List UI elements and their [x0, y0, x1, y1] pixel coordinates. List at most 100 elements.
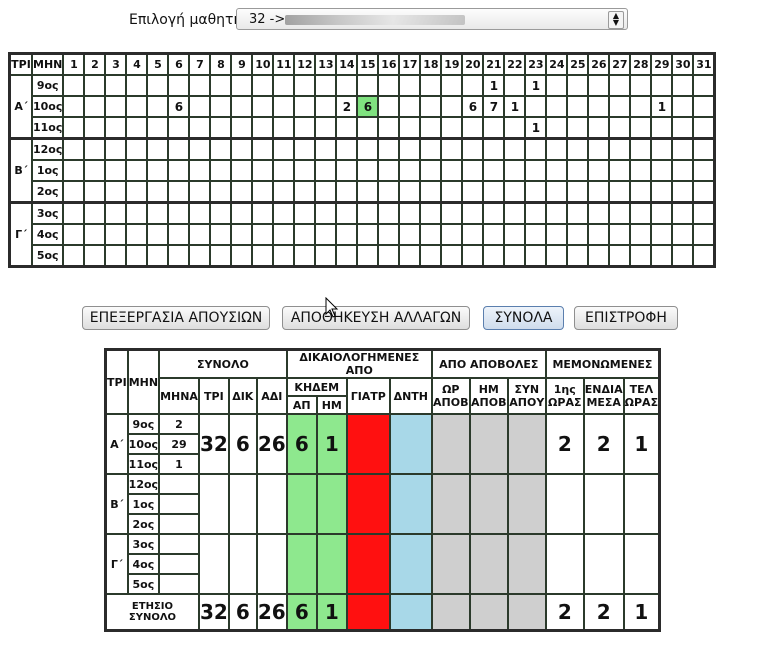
- day-cell[interactable]: [377, 95, 401, 118]
- day-cell[interactable]: [209, 116, 233, 140]
- day-cell[interactable]: [83, 116, 107, 140]
- day-cell[interactable]: [230, 74, 254, 97]
- day-cell[interactable]: [62, 116, 86, 140]
- day-cell[interactable]: [608, 180, 632, 204]
- back-button[interactable]: ΕΠΙΣΤΡΟΦΗ: [574, 306, 678, 330]
- day-cell[interactable]: [545, 180, 569, 204]
- day-cell[interactable]: [650, 116, 674, 140]
- day-cell[interactable]: [188, 95, 212, 118]
- day-cell[interactable]: [461, 74, 485, 97]
- day-cell[interactable]: [335, 201, 359, 225]
- day-cell[interactable]: [83, 74, 107, 97]
- day-cell[interactable]: [272, 137, 296, 161]
- day-cell[interactable]: [692, 223, 716, 246]
- day-cell[interactable]: [650, 244, 674, 268]
- day-cell[interactable]: [482, 223, 506, 246]
- day-cell[interactable]: [482, 137, 506, 161]
- day-cell[interactable]: [146, 201, 170, 225]
- day-cell[interactable]: [377, 116, 401, 140]
- day-cell[interactable]: 6: [167, 95, 191, 118]
- day-cell[interactable]: [62, 95, 86, 118]
- day-cell[interactable]: [419, 201, 443, 225]
- day-cell[interactable]: 2: [335, 95, 359, 118]
- day-cell[interactable]: [461, 159, 485, 182]
- day-cell[interactable]: [377, 137, 401, 161]
- day-cell[interactable]: [440, 244, 464, 268]
- day-cell[interactable]: [62, 244, 86, 268]
- day-cell[interactable]: [377, 223, 401, 246]
- day-cell[interactable]: [314, 74, 338, 97]
- day-cell[interactable]: [671, 201, 695, 225]
- day-cell[interactable]: [419, 159, 443, 182]
- day-cell[interactable]: [587, 180, 611, 204]
- day-cell[interactable]: [251, 223, 275, 246]
- day-cell[interactable]: [503, 159, 527, 182]
- day-cell[interactable]: [419, 244, 443, 268]
- day-cell[interactable]: [314, 223, 338, 246]
- day-cell[interactable]: [293, 201, 317, 225]
- day-cell[interactable]: [419, 116, 443, 140]
- day-cell[interactable]: [230, 223, 254, 246]
- day-cell[interactable]: [629, 95, 653, 118]
- day-cell[interactable]: [167, 137, 191, 161]
- day-cell[interactable]: [104, 223, 128, 246]
- day-cell[interactable]: [377, 159, 401, 182]
- day-cell[interactable]: [293, 116, 317, 140]
- day-cell[interactable]: [629, 201, 653, 225]
- day-cell[interactable]: [209, 95, 233, 118]
- day-cell[interactable]: [503, 74, 527, 97]
- day-cell[interactable]: [398, 116, 422, 140]
- day-cell[interactable]: [83, 180, 107, 204]
- day-cell[interactable]: [566, 74, 590, 97]
- day-cell[interactable]: [482, 201, 506, 225]
- day-cell[interactable]: [293, 159, 317, 182]
- day-cell[interactable]: [650, 159, 674, 182]
- day-cell[interactable]: [314, 201, 338, 225]
- day-cell[interactable]: [167, 74, 191, 97]
- day-cell[interactable]: [461, 223, 485, 246]
- day-cell[interactable]: [125, 223, 149, 246]
- day-cell[interactable]: [692, 201, 716, 225]
- day-cell[interactable]: [209, 137, 233, 161]
- day-cell[interactable]: [377, 180, 401, 204]
- day-cell[interactable]: [482, 180, 506, 204]
- day-cell[interactable]: [146, 180, 170, 204]
- day-cell[interactable]: [461, 116, 485, 140]
- day-cell[interactable]: [293, 244, 317, 268]
- day-cell[interactable]: [398, 74, 422, 97]
- day-cell[interactable]: [125, 137, 149, 161]
- day-cell[interactable]: [608, 201, 632, 225]
- day-cell[interactable]: 1: [503, 95, 527, 118]
- day-cell[interactable]: [587, 223, 611, 246]
- day-cell[interactable]: [293, 223, 317, 246]
- day-cell[interactable]: [188, 74, 212, 97]
- day-cell[interactable]: [272, 95, 296, 118]
- day-cell[interactable]: [461, 180, 485, 204]
- day-cell[interactable]: [587, 244, 611, 268]
- day-cell[interactable]: [440, 201, 464, 225]
- day-cell[interactable]: [83, 223, 107, 246]
- day-cell[interactable]: [398, 201, 422, 225]
- day-cell[interactable]: [314, 180, 338, 204]
- day-cell[interactable]: [608, 244, 632, 268]
- day-cell[interactable]: [146, 74, 170, 97]
- day-cell[interactable]: [314, 116, 338, 140]
- day-cell[interactable]: [692, 74, 716, 97]
- day-cell[interactable]: [629, 74, 653, 97]
- day-cell[interactable]: [146, 116, 170, 140]
- day-cell[interactable]: [440, 137, 464, 161]
- day-cell[interactable]: [629, 180, 653, 204]
- day-cell[interactable]: [167, 159, 191, 182]
- day-cell[interactable]: [566, 116, 590, 140]
- day-cell[interactable]: [251, 201, 275, 225]
- day-cell[interactable]: [545, 137, 569, 161]
- day-cell[interactable]: [272, 159, 296, 182]
- day-cell[interactable]: [251, 95, 275, 118]
- day-cell[interactable]: 6: [461, 95, 485, 118]
- day-cell[interactable]: [83, 159, 107, 182]
- day-cell[interactable]: [608, 116, 632, 140]
- day-cell[interactable]: [167, 180, 191, 204]
- day-cell[interactable]: [104, 74, 128, 97]
- day-cell[interactable]: [104, 244, 128, 268]
- day-cell[interactable]: [524, 95, 548, 118]
